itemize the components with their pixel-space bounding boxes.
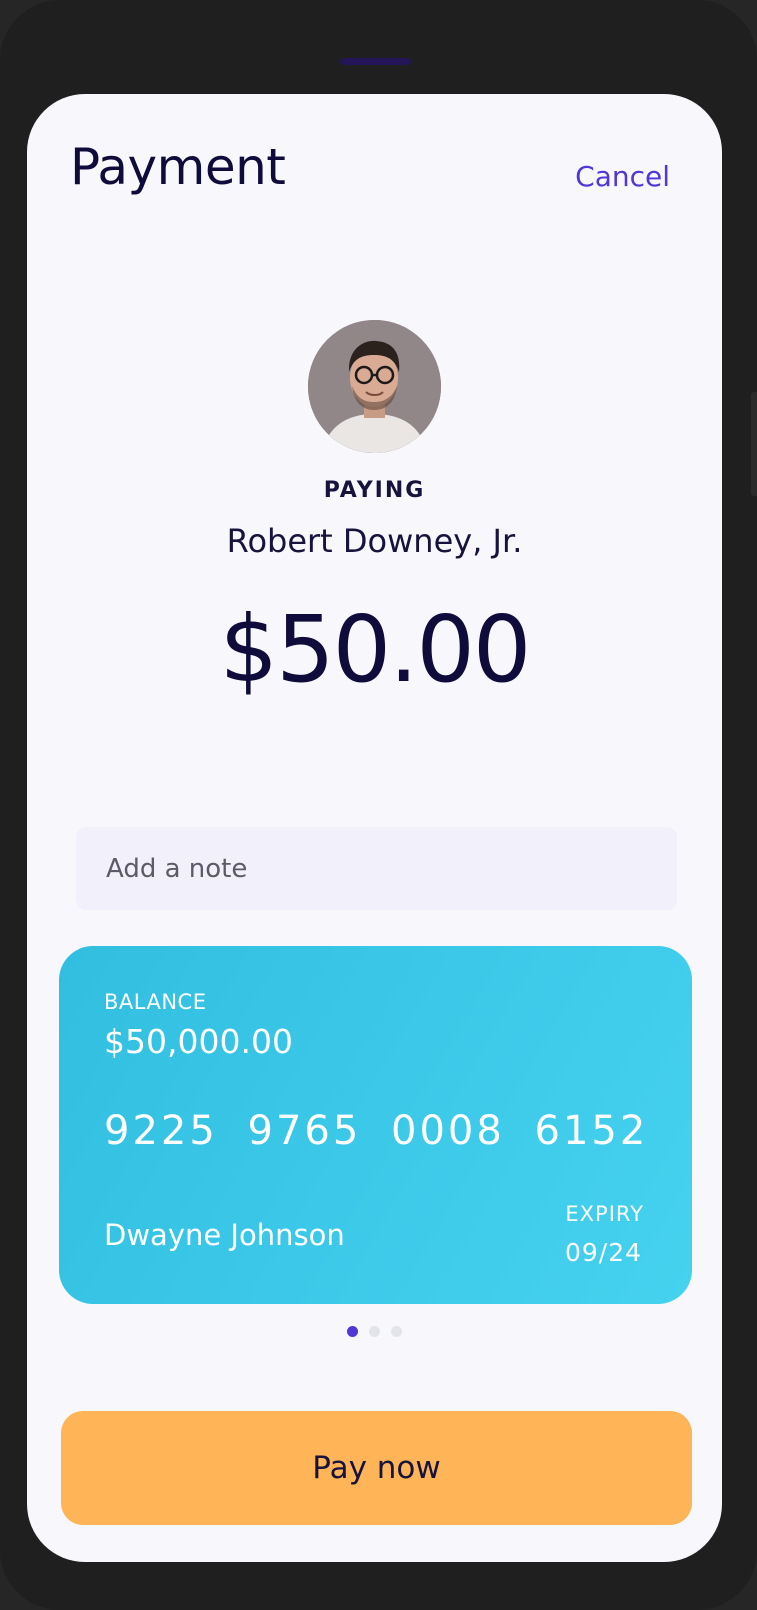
phone-frame: Payment Cancel PAYING Robert Downey, Jr.… — [0, 0, 757, 1610]
expiry-value: 09/24 — [564, 1238, 642, 1267]
payment-card[interactable]: BALANCE $50,000.00 9225 9765 0008 6152 D… — [59, 946, 692, 1304]
speaker-slot — [340, 58, 411, 65]
pager-dot[interactable] — [369, 1326, 380, 1337]
card-pager — [27, 1326, 722, 1337]
balance-label: BALANCE — [104, 990, 207, 1014]
pay-now-button[interactable]: Pay now — [61, 1411, 692, 1525]
payee-name: Robert Downey, Jr. — [226, 522, 523, 560]
avatar-photo — [308, 320, 441, 453]
card-number: 9225 9765 0008 6152 — [104, 1108, 649, 1154]
paying-label: PAYING — [323, 478, 426, 503]
side-button — [751, 392, 757, 496]
cancel-button[interactable]: Cancel — [575, 160, 670, 193]
payee-avatar — [308, 320, 441, 453]
payment-amount: $50.00 — [219, 596, 532, 703]
expiry-label: EXPIRY — [565, 1202, 644, 1226]
note-input[interactable] — [76, 827, 677, 910]
pager-dot[interactable] — [391, 1326, 402, 1337]
balance-value: $50,000.00 — [104, 1022, 293, 1061]
pager-dot[interactable] — [347, 1326, 358, 1337]
card-holder-name: Dwayne Johnson — [104, 1218, 345, 1252]
payment-screen: Payment Cancel PAYING Robert Downey, Jr.… — [27, 94, 722, 1562]
page-title: Payment — [70, 138, 286, 196]
